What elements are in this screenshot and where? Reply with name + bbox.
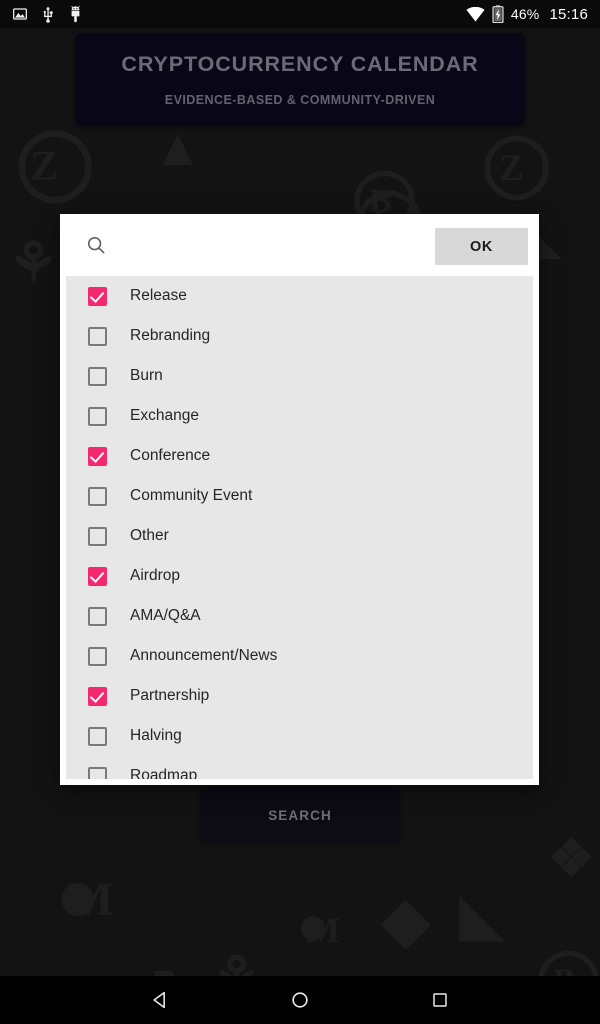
category-option-row[interactable]: Roadmap [66, 756, 533, 779]
category-option-row[interactable]: Rebranding [66, 316, 533, 356]
category-option-label: Conference [130, 447, 211, 465]
category-option-label: Rebranding [130, 327, 211, 345]
category-option-row[interactable]: AMA/Q&A [66, 596, 533, 636]
home-icon [292, 992, 308, 1008]
category-option-label: Community Event [130, 487, 253, 505]
category-option-label: Halving [130, 727, 182, 745]
category-option-row[interactable]: Other [66, 516, 533, 556]
category-option-row[interactable]: Release [66, 276, 533, 316]
status-bar-left-icons [12, 5, 83, 23]
status-bar: 46% 15:16 [0, 0, 600, 28]
nav-recents-button[interactable] [417, 976, 463, 1024]
category-option-label: Airdrop [130, 567, 180, 585]
battery-level: 46% [510, 6, 540, 22]
category-option-label: Other [130, 527, 169, 545]
status-bar-clock: 15:16 [549, 5, 588, 23]
checkbox-unchecked-icon[interactable] [88, 766, 107, 779]
nav-home-button[interactable] [277, 976, 323, 1024]
category-option-label: Partnership [130, 687, 210, 705]
category-option-row[interactable]: Community Event [66, 476, 533, 516]
nav-back-button[interactable] [137, 976, 183, 1024]
android-debug-icon [71, 6, 80, 23]
category-option-row[interactable]: Burn [66, 356, 533, 396]
checkbox-unchecked-icon[interactable] [88, 486, 107, 506]
ok-button[interactable]: OK [435, 228, 528, 265]
category-option-label: Announcement/News [130, 647, 278, 665]
wifi-icon [466, 6, 485, 21]
checkbox-unchecked-icon[interactable] [88, 326, 107, 346]
android-nav-bar [0, 976, 600, 1024]
checkbox-unchecked-icon[interactable] [88, 646, 107, 666]
category-option-row[interactable]: Airdrop [66, 556, 533, 596]
checkbox-checked-icon[interactable] [88, 686, 107, 706]
category-option-row[interactable]: Conference [66, 436, 533, 476]
category-options-list[interactable]: Release Rebranding Burn Exchange Conference C… [66, 276, 533, 779]
image-icon [13, 8, 27, 20]
checkbox-checked-icon[interactable] [88, 446, 107, 466]
battery-charging-icon [492, 5, 504, 23]
checkbox-unchecked-icon[interactable] [88, 526, 107, 546]
category-option-label: Roadmap [130, 767, 198, 779]
category-option-row[interactable]: Partnership [66, 676, 533, 716]
category-option-row[interactable]: Exchange [66, 396, 533, 436]
checkbox-checked-icon[interactable] [88, 566, 107, 586]
recents-icon [433, 993, 447, 1007]
category-option-row[interactable]: Halving [66, 716, 533, 756]
category-option-label: Exchange [130, 407, 199, 425]
usb-icon [43, 5, 53, 23]
checkbox-unchecked-icon[interactable] [88, 726, 107, 746]
dialog-search-bar: OK [60, 214, 539, 276]
checkbox-unchecked-icon[interactable] [88, 366, 107, 386]
category-filter-dialog: OK Release Rebranding Burn Exchange Conferen… [60, 214, 539, 785]
status-bar-right-icons: 46% 15:16 [466, 5, 588, 23]
category-option-label: AMA/Q&A [130, 607, 201, 625]
category-option-label: Burn [130, 367, 163, 385]
device-screen: ◯ Z ▲ ◯ Ł ◯ Z ◯ B ⚘ ❖ ◣ ● M ↗ ⚘ ● M ◆ ◣ … [0, 0, 600, 1024]
category-option-label: Release [130, 287, 187, 305]
checkbox-unchecked-icon[interactable] [88, 606, 107, 626]
checkbox-checked-icon[interactable] [88, 286, 107, 306]
search-icon [87, 236, 105, 254]
back-icon [153, 991, 165, 1009]
category-option-row[interactable]: Announcement/News [66, 636, 533, 676]
checkbox-unchecked-icon[interactable] [88, 406, 107, 426]
